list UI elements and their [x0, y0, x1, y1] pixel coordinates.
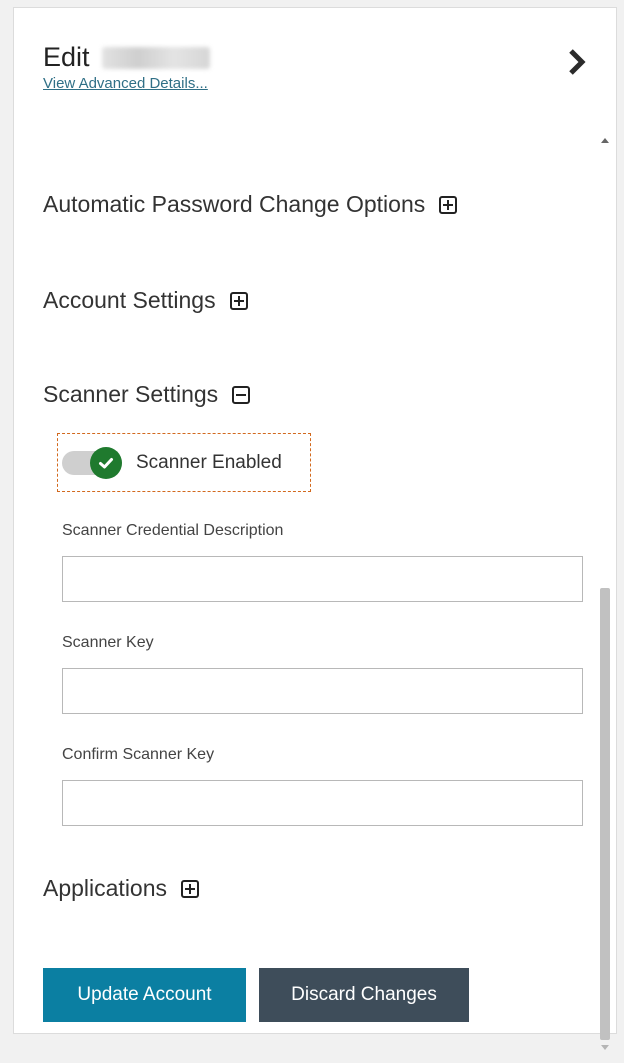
vertical-scrollbar[interactable] [597, 130, 613, 1062]
scanner-credential-description-label: Scanner Credential Description [62, 522, 284, 539]
section-label: Scanner Settings [43, 381, 219, 407]
scanner-key-label: Scanner Key [62, 634, 154, 651]
view-advanced-details-link[interactable]: View Advanced Details... [43, 75, 210, 92]
section-automatic-password-change-options[interactable]: Automatic Password Change Options [43, 191, 458, 218]
scroll-down-arrow-icon[interactable] [601, 1045, 609, 1050]
expand-plus-icon[interactable] [181, 879, 200, 898]
scroll-up-arrow-icon[interactable] [601, 138, 609, 143]
update-account-button[interactable]: Update Account [43, 968, 246, 1022]
toggle-switch[interactable] [62, 446, 122, 480]
check-icon [99, 457, 113, 468]
page-title: Edit [43, 42, 90, 72]
section-account-settings[interactable]: Account Settings [43, 287, 248, 314]
toggle-knob [90, 446, 122, 479]
confirm-scanner-key-input[interactable] [62, 780, 583, 826]
section-scanner-settings[interactable]: Scanner Settings [43, 381, 251, 408]
expand-plus-icon[interactable] [439, 195, 458, 214]
scanner-enabled-toggle[interactable]: Scanner Enabled [57, 433, 311, 492]
edit-account-panel: Edit View Advanced Details... Automatic … [13, 7, 617, 1050]
discard-changes-button[interactable]: Discard Changes [259, 968, 469, 1022]
scrollbar-thumb[interactable] [600, 588, 610, 1040]
section-applications[interactable]: Applications [43, 875, 200, 902]
confirm-scanner-key-label: Confirm Scanner Key [62, 746, 215, 763]
title-row: Edit [43, 42, 210, 73]
section-label: Applications [43, 875, 168, 901]
section-label: Automatic Password Change Options [43, 191, 426, 217]
collapse-minus-icon[interactable] [232, 385, 251, 404]
scanner-credential-description-input[interactable] [62, 556, 583, 602]
chevron-right-icon[interactable] [567, 48, 587, 76]
expand-plus-icon[interactable] [229, 291, 248, 310]
scanner-key-input[interactable] [62, 668, 583, 714]
scanner-enabled-label: Scanner Enabled [136, 451, 282, 473]
panel-header: Edit View Advanced Details... [43, 42, 210, 92]
section-label: Account Settings [43, 287, 216, 313]
redacted-account-name [101, 46, 210, 69]
